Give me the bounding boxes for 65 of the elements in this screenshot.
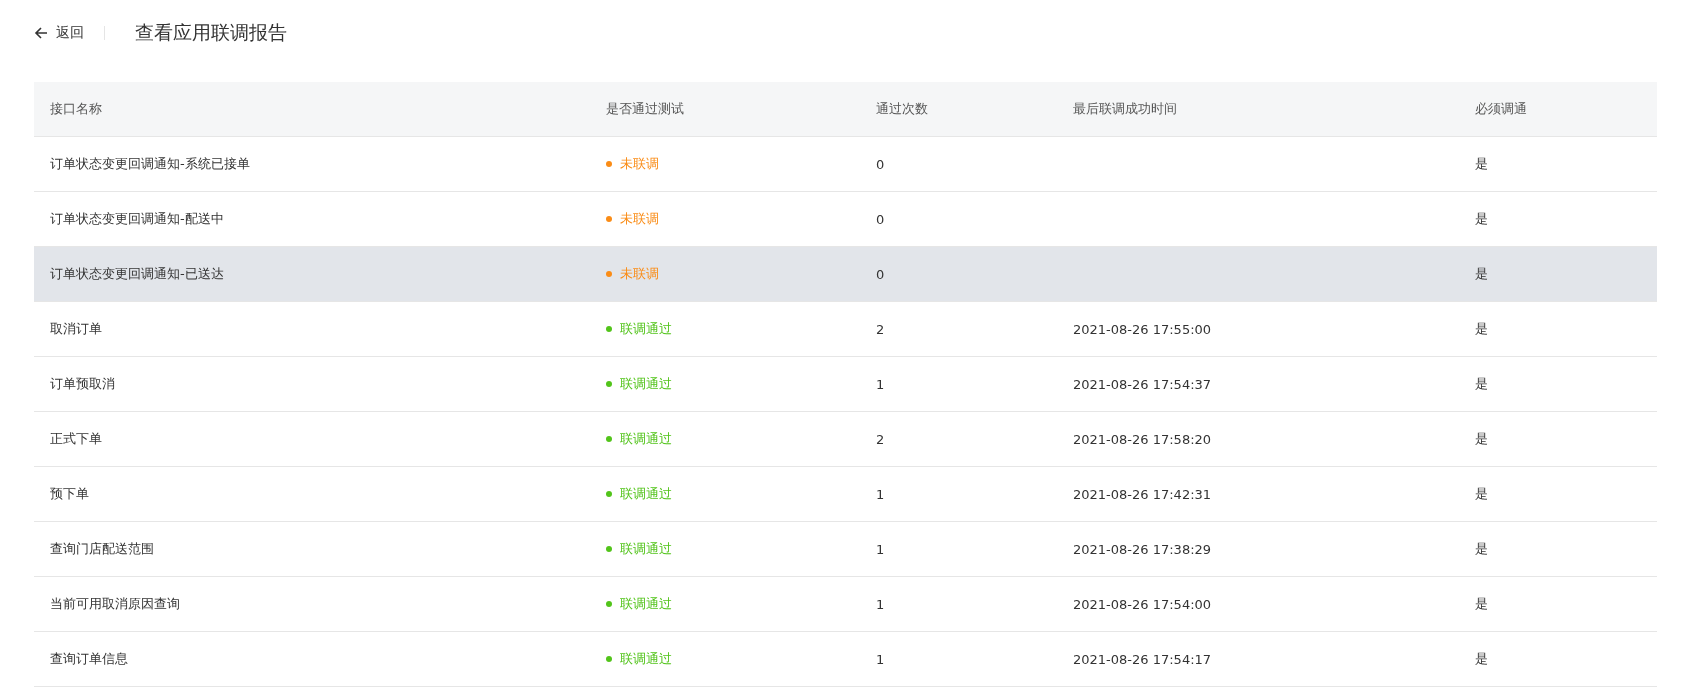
table-row[interactable]: 订单状态变更回调通知-已送达 未联调 0 是 — [34, 246, 1657, 302]
table-cell: 是 — [1459, 631, 1657, 687]
table-cell: 取消订单 — [34, 301, 590, 357]
status-label: 联调通过 — [620, 650, 672, 668]
table-cell: 1 — [860, 521, 1057, 577]
table-cell: 当前可用取消原因查询 — [34, 576, 590, 632]
table-row[interactable]: 正式下单 联调通过 2 2021-08-26 17:58:20 是 — [34, 411, 1657, 467]
table-cell: 是 — [1459, 356, 1657, 412]
table-cell: 预下单 — [34, 466, 590, 522]
table-cell: 订单状态变更回调通知-系统已接单 — [34, 136, 590, 192]
table-row[interactable]: 取消订单 联调通过 2 2021-08-26 17:55:00 是 — [34, 301, 1657, 357]
status-label: 联调通过 — [620, 320, 672, 338]
status-label: 联调通过 — [620, 485, 672, 503]
table-cell: 订单状态变更回调通知-配送中 — [34, 191, 590, 247]
table-cell: 是 — [1459, 301, 1657, 357]
table-row[interactable]: 订单状态变更回调通知-配送中 未联调 0 是 — [34, 191, 1657, 247]
table-row[interactable]: 当前可用取消原因查询 联调通过 1 2021-08-26 17:54:00 是 — [34, 576, 1657, 632]
status-label: 联调通过 — [620, 430, 672, 448]
table-cell: 2021-08-26 17:55:00 — [1073, 321, 1212, 337]
table-cell: 正式下单 — [34, 411, 590, 467]
back-button[interactable]: 返回 — [34, 24, 84, 42]
table-row[interactable]: 订单预取消 联调通过 1 2021-08-26 17:54:37 是 — [34, 356, 1657, 412]
table-cell: 2021-08-26 17:54:37 — [1073, 376, 1212, 392]
column-header: 必须调通 — [1459, 82, 1657, 137]
table-cell: 2 — [860, 301, 1057, 357]
table-row[interactable]: 查询门店配送范围 联调通过 1 2021-08-26 17:38:29 是 — [34, 521, 1657, 577]
table-cell: 2021-08-26 17:54:17 — [1073, 651, 1212, 667]
table-cell: 2 — [860, 411, 1057, 467]
column-header: 接口名称 — [34, 82, 590, 137]
table-cell: 1 — [860, 466, 1057, 522]
table-cell: 订单状态变更回调通知-已送达 — [34, 246, 590, 302]
table-cell: 订单预取消 — [34, 356, 590, 412]
table-cell: 查询订单信息 — [34, 631, 590, 687]
status-label: 联调通过 — [620, 595, 672, 613]
back-arrow-icon — [34, 26, 48, 40]
status-label: 未联调 — [620, 210, 659, 228]
table-cell: 2021-08-26 17:54:00 — [1073, 596, 1212, 612]
column-header: 最后联调成功时间 — [1057, 82, 1459, 137]
status-label: 联调通过 — [620, 375, 672, 393]
status-label: 未联调 — [620, 265, 659, 283]
table-cell: 是 — [1459, 191, 1657, 247]
table-cell: 0 — [860, 246, 1057, 302]
table-cell: 是 — [1459, 466, 1657, 522]
status-label: 联调通过 — [620, 540, 672, 558]
table-cell: 1 — [860, 356, 1057, 412]
table-row[interactable]: 预下单 联调通过 1 2021-08-26 17:42:31 是 — [34, 466, 1657, 522]
page-title: 查看应用联调报告 — [135, 20, 287, 45]
table-cell: 查询门店配送范围 — [34, 521, 590, 577]
column-header: 是否通过测试 — [590, 82, 860, 137]
table-row[interactable]: 订单状态变更回调通知-系统已接单 未联调 0 是 — [34, 136, 1657, 192]
table-row[interactable]: 查询订单信息 联调通过 1 2021-08-26 17:54:17 是 — [34, 631, 1657, 687]
table-cell: 是 — [1459, 411, 1657, 467]
status-label: 未联调 — [620, 155, 659, 173]
table-cell: 是 — [1459, 576, 1657, 632]
table-cell: 1 — [860, 576, 1057, 632]
table-cell: 是 — [1459, 521, 1657, 577]
table-cell: 0 — [860, 136, 1057, 192]
column-header: 通过次数 — [860, 82, 1057, 137]
table-cell: 是 — [1459, 136, 1657, 192]
table-cell: 2021-08-26 17:38:29 — [1073, 541, 1212, 557]
table-cell: 0 — [860, 191, 1057, 247]
table-cell: 是 — [1459, 246, 1657, 302]
table-cell: 2021-08-26 17:58:20 — [1073, 431, 1212, 447]
table-cell: 2021-08-26 17:42:31 — [1073, 486, 1212, 502]
table-cell: 1 — [860, 631, 1057, 687]
